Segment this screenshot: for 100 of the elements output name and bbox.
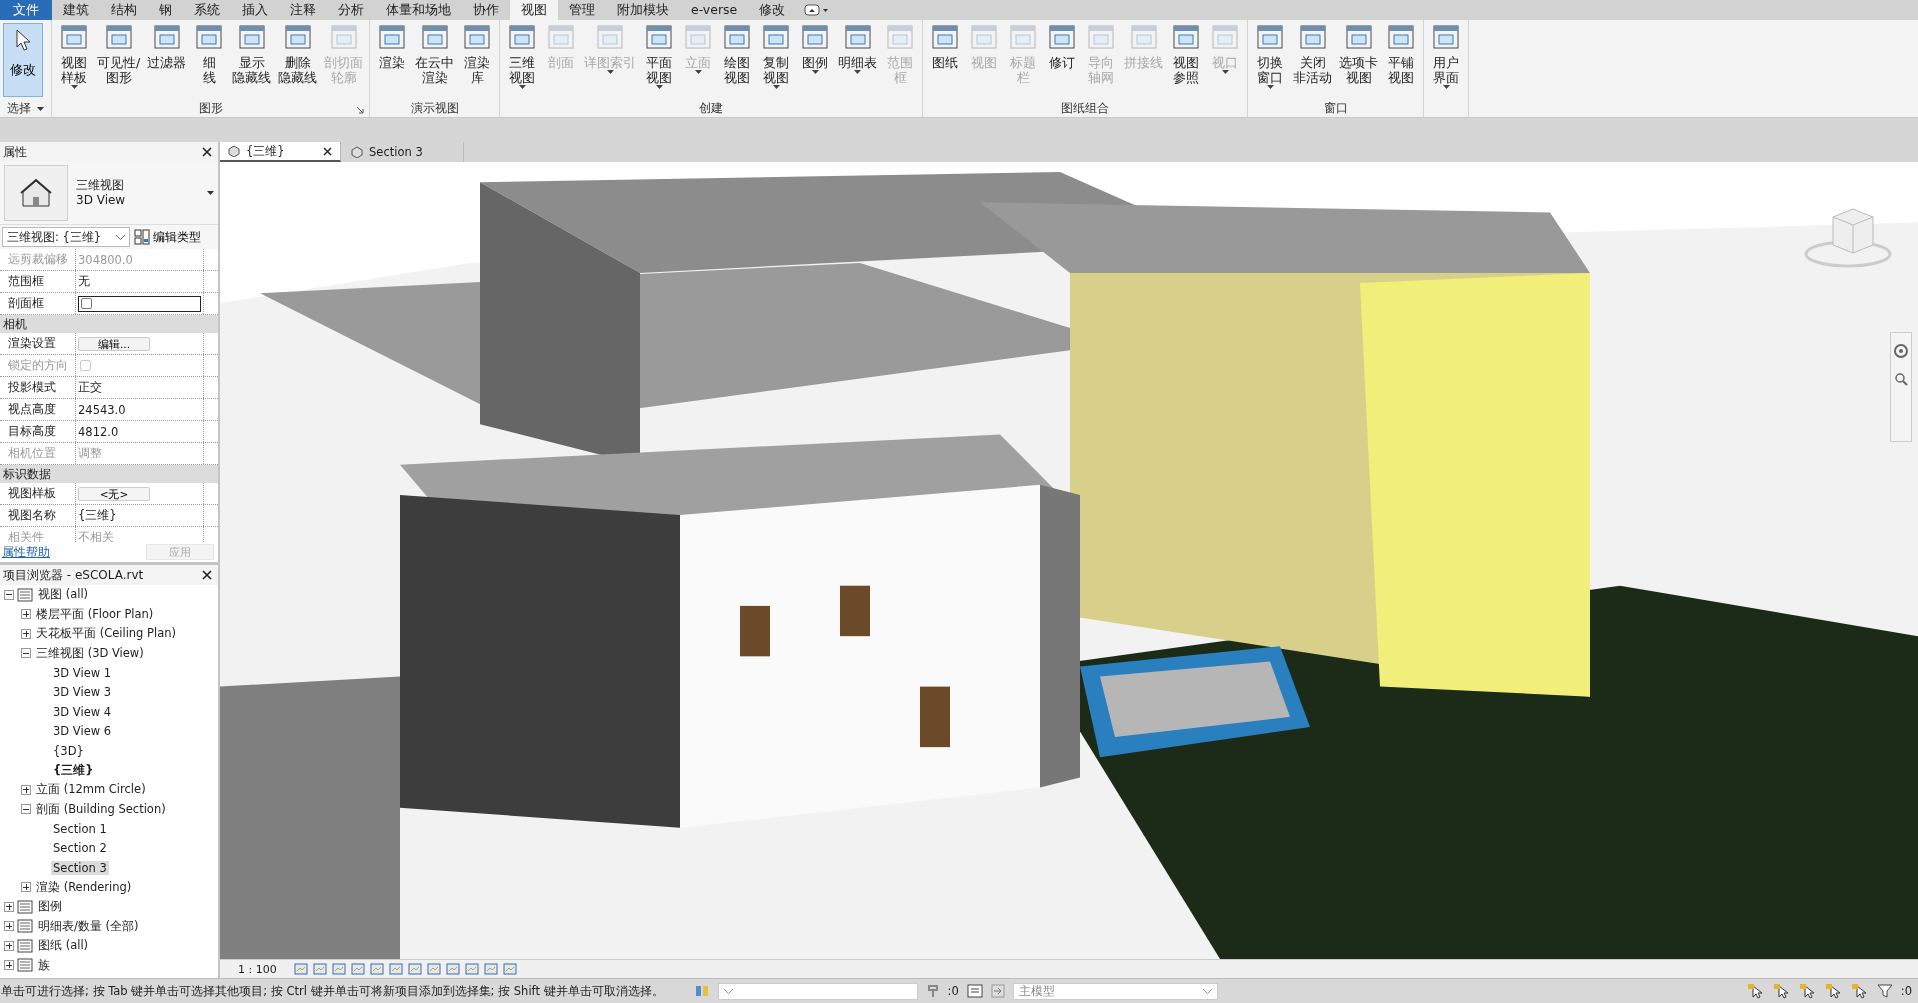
browser-item[interactable]: 明细表/数量 (全部) [36,918,141,934]
selection-option-icon[interactable] [1798,983,1817,999]
select-dropdown[interactable]: 选择 [3,100,48,117]
browser-item[interactable]: 天花板平面 (Ceiling Plan) [34,626,179,642]
ribbon-tool-button[interactable]: 修订 [1043,23,1082,70]
list-icon[interactable] [966,984,983,998]
browser-item[interactable]: 立面 (12mm Circle) [34,782,148,798]
ribbon-tool-button[interactable]: 渲染 库 [458,23,497,85]
property-button[interactable]: 编辑... [78,336,150,351]
property-button[interactable]: <无> [78,486,150,501]
browser-item[interactable]: 族 [36,957,52,973]
browser-item[interactable]: {3D} [51,743,86,758]
ribbon-tab[interactable]: 注释 [279,0,327,20]
checkbox[interactable] [81,298,92,309]
ribbon-tab[interactable]: 协作 [462,0,510,20]
browser-item[interactable]: Section 3 [51,860,109,875]
browser-item[interactable]: 楼层平面 (Floor Plan) [34,606,156,622]
selection-option-icon[interactable] [1772,983,1791,999]
expand-toggle[interactable] [21,648,31,659]
ribbon-tool-button[interactable]: 视图 样板 [55,23,93,89]
browser-item[interactable]: 图例 [36,899,64,915]
ribbon-tool-button[interactable]: 选项卡 视图 [1336,23,1382,85]
browser-item[interactable]: Section 2 [51,841,109,856]
ribbon-tool-button[interactable]: 关闭 非活动 [1290,23,1336,85]
close-icon[interactable] [202,570,212,580]
ribbon-tab[interactable]: 插入 [231,0,279,20]
ribbon-tab[interactable]: 附加模块 [606,0,680,20]
ribbon-tool-button[interactable]: 细 线 [190,23,229,85]
ribbon-tab[interactable]: 分析 [327,0,375,20]
caret-icon[interactable] [207,191,214,195]
ribbon-tool-button[interactable]: 渲染 [373,23,412,70]
selection-option-icon[interactable] [1850,983,1869,999]
ribbon-tool-button[interactable]: 平铺 视图 [1382,23,1421,85]
edit-type-button[interactable]: 编辑类型 [134,229,201,245]
ribbon-tab[interactable]: 文件 [0,0,52,20]
ribbon-tool-button[interactable]: 切换 窗口 [1251,23,1290,89]
ribbon-tool-button[interactable]: 明细表 [835,23,881,74]
view-tab[interactable]: {三维} [220,142,341,162]
ribbon-tool-button[interactable]: 图例 [796,23,835,74]
expand-toggle[interactable] [21,882,31,893]
ribbon-tool-button[interactable]: 三维 视图 [503,23,542,89]
selection-option-icon[interactable] [1746,983,1765,999]
ribbon-tool-button[interactable]: 绘图 视图 [718,23,757,85]
ribbon-tool-button[interactable]: 显示 隐藏线 [229,23,275,85]
ribbon-tool-button[interactable]: 在云中 渲染 [412,23,458,85]
ribbon-tab[interactable]: 视图 [510,0,558,20]
browser-item[interactable]: 3D View 3 [51,685,114,700]
expand-toggle[interactable] [21,628,31,639]
expand-toggle[interactable] [21,804,31,815]
ribbon-tool-button[interactable]: 视图 参照 [1167,23,1206,85]
ribbon-tab[interactable]: 结构 [100,0,148,20]
ribbon-tool-button[interactable]: 删除 隐藏线 [275,23,321,85]
browser-item[interactable]: 3D View 4 [51,704,114,719]
expand-toggle[interactable] [4,960,14,971]
browser-item[interactable]: 3D View 1 [51,665,114,680]
browser-item[interactable]: 视图 (all) [36,587,91,603]
help-link[interactable]: 属性帮助 [2,544,50,560]
panel-title: 属性 [3,143,27,161]
arrow-icon[interactable] [990,984,1005,998]
window-icon [683,23,714,51]
ribbon-tab[interactable]: e-verse [680,0,749,20]
expand-toggle[interactable] [4,921,14,932]
browser-item[interactable]: Section 1 [51,821,109,836]
modify-button[interactable]: 修改 [3,23,43,97]
browser-item[interactable]: 图纸 (all) [36,938,91,954]
ribbon-tool-button[interactable]: 可见性/ 图形 [94,23,144,85]
expand-toggle[interactable] [4,940,14,951]
dialog-launcher-icon[interactable] [356,106,365,114]
ribbon-tool-button[interactable]: 复制 视图 [757,23,796,89]
browser-item[interactable]: 3D View 6 [51,724,114,739]
window-icon [761,23,792,51]
expand-toggle[interactable] [21,784,31,795]
ribbon-tab[interactable]: 建筑 [52,0,100,20]
selection-option-icon[interactable] [1824,983,1843,999]
ribbon-tool-button[interactable]: 过滤器 [144,23,190,70]
ribbon-tab[interactable]: 系统 [183,0,231,20]
browser-item[interactable]: {三维} [51,762,96,778]
browser-item[interactable]: 三维视图 (3D View) [34,645,146,661]
ribbon-tab[interactable]: 钢 [148,0,183,20]
ribbon-tab[interactable]: 管理 [558,0,606,20]
expand-toggle[interactable] [4,589,14,600]
ribbon-tool-button[interactable]: 用户 界面 [1427,23,1466,89]
ribbon-tool-button[interactable]: 平面 视图 [640,23,679,89]
view-selector-dropdown[interactable]: 三维视图: {三维} [2,227,130,247]
category-header[interactable]: 标识数据 [0,465,218,483]
view-scale[interactable]: 1 : 100 [238,962,277,976]
close-icon[interactable] [323,146,332,156]
ribbon-toggle-icon[interactable] [804,4,831,16]
category-header[interactable]: 相机 [0,315,218,333]
filter-icon[interactable] [1876,983,1893,999]
browser-item[interactable]: 剖面 (Building Section) [34,801,168,817]
ribbon-tab[interactable]: 体量和场地 [375,0,462,20]
ribbon-tab[interactable]: 修改 [748,0,797,20]
expand-toggle[interactable] [4,901,14,912]
expand-toggle[interactable] [21,609,31,620]
ribbon-tool-button[interactable]: 图纸 [926,23,965,70]
navigation-bar[interactable] [1890,332,1912,442]
design-option-dropdown[interactable]: 主模型 [1012,982,1218,1000]
close-icon[interactable] [202,147,212,157]
browser-item[interactable]: 渲染 (Rendering) [34,879,134,895]
